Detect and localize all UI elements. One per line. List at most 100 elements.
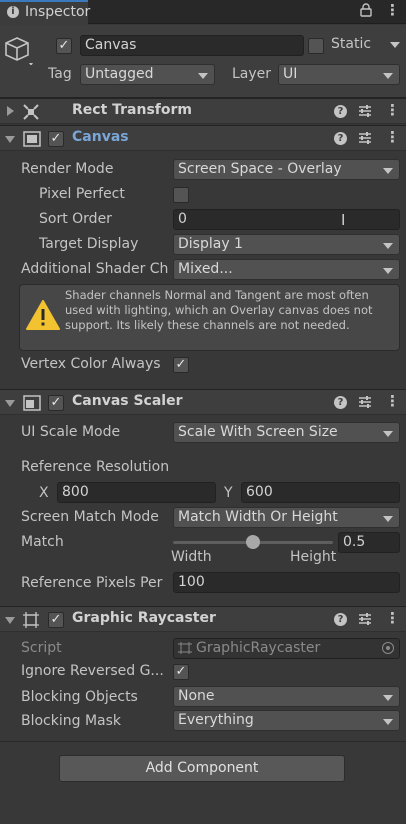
chevron-down-icon [383, 431, 393, 437]
match-width-label: Width [171, 549, 212, 565]
blocking-mask-label: Blocking Mask [21, 713, 122, 729]
target-display-label: Target Display [39, 236, 139, 252]
canvas-scaler-icon [23, 395, 41, 415]
rect-transform-icon [23, 104, 39, 124]
screen-match-mode-label: Screen Match Mode [21, 509, 159, 525]
shader-warning-box: Shader channels Normal and Tangent are m… [19, 284, 400, 351]
ui-scale-mode-label: UI Scale Mode [21, 424, 121, 440]
reference-pixels-label: Reference Pixels Per [21, 575, 163, 591]
blocking-mask-dropdown[interactable]: Everything [173, 710, 400, 731]
vertex-color-checkbox[interactable]: ✓ [173, 357, 189, 373]
blocking-objects-label: Blocking Objects [21, 689, 138, 705]
chevron-down-icon [383, 516, 393, 522]
render-mode-label: Render Mode [21, 161, 114, 177]
chevron-down-icon [383, 719, 393, 725]
vertex-color-label: Vertex Color Always [21, 356, 161, 372]
presets-icon[interactable] [358, 130, 372, 150]
static-checkbox[interactable] [308, 38, 324, 54]
tab-inspector[interactable]: i Inspector [0, 0, 91, 25]
tab-label: Inspector [25, 4, 91, 20]
reference-y-field[interactable]: 600 [241, 482, 400, 503]
presets-icon[interactable] [358, 394, 372, 414]
screen-match-mode-value: Match Width Or Height [178, 509, 338, 525]
reference-resolution-label: Reference Resolution [21, 459, 170, 475]
lock-icon[interactable] [360, 3, 372, 21]
blocking-mask-value: Everything [178, 712, 254, 728]
graphic-raycaster-enabled-checkbox[interactable]: ✓ [48, 612, 64, 628]
context-menu-icon[interactable]: ⋮ [385, 609, 400, 627]
tab-bar: i Inspector ⋮ [0, 0, 406, 25]
target-display-dropdown[interactable]: Display 1 [173, 234, 400, 255]
foldout-arrow-icon[interactable] [7, 106, 14, 116]
render-mode-dropdown[interactable]: Screen Space - Overlay [173, 159, 400, 180]
match-label: Match [21, 534, 64, 550]
graphic-raycaster-header[interactable]: ✓ Graphic Raycaster ? ⋮ [0, 606, 406, 632]
canvas-enabled-checkbox[interactable]: ✓ [48, 131, 64, 147]
reference-x-field[interactable]: 800 [57, 482, 216, 503]
warning-icon [26, 300, 60, 334]
script-field: GraphicRaycaster [173, 638, 400, 659]
presets-icon[interactable] [358, 103, 372, 123]
canvas-icon [23, 131, 41, 151]
graphic-raycaster-icon [23, 612, 39, 632]
blocking-objects-value: None [178, 688, 215, 704]
gameobject-cube-icon[interactable] [4, 35, 34, 69]
tag-label: Tag [48, 66, 72, 82]
presets-icon[interactable] [358, 611, 372, 631]
canvas-title: Canvas [72, 129, 129, 145]
context-menu-icon[interactable]: ⋮ [385, 128, 400, 146]
object-picker-icon[interactable] [382, 642, 394, 654]
match-value-field[interactable]: 0.5 [338, 532, 400, 553]
foldout-arrow-icon[interactable] [5, 617, 15, 624]
sort-order-field[interactable]: 0 [173, 209, 400, 230]
tag-value: Untagged [85, 66, 154, 82]
foldout-arrow-icon[interactable] [5, 136, 15, 143]
script-value: GraphicRaycaster [196, 640, 321, 656]
tab-menu-icon[interactable]: ⋮ [385, 1, 400, 19]
pixel-perfect-label: Pixel Perfect [39, 186, 125, 202]
ui-scale-mode-value: Scale With Screen Size [178, 424, 338, 440]
static-label: Static [331, 36, 372, 52]
match-slider-thumb[interactable] [246, 535, 260, 549]
name-field[interactable]: Canvas [80, 35, 304, 56]
match-height-label: Height [290, 549, 337, 565]
warning-text: Shader channels Normal and Tangent are m… [65, 288, 373, 332]
foldout-arrow-icon[interactable] [5, 400, 15, 407]
shader-channels-value: Mixed... [178, 261, 233, 277]
info-icon: i [7, 6, 19, 18]
sort-order-label: Sort Order [39, 211, 112, 227]
script-label: Script [21, 640, 62, 656]
canvas-scaler-header[interactable]: ✓ Canvas Scaler ? ⋮ [0, 389, 406, 415]
y-label: Y [224, 485, 233, 501]
layer-dropdown[interactable]: UI [278, 64, 400, 85]
gameobject-header: ✓ Canvas Static Tag Untagged Layer UI [0, 25, 406, 98]
ui-scale-mode-dropdown[interactable]: Scale With Screen Size [173, 422, 400, 443]
context-menu-icon[interactable]: ⋮ [385, 101, 400, 119]
canvas-scaler-title: Canvas Scaler [72, 393, 183, 409]
ignore-reversed-checkbox[interactable]: ✓ [173, 664, 189, 680]
screen-match-mode-dropdown[interactable]: Match Width Or Height [173, 507, 400, 528]
blocking-objects-dropdown[interactable]: None [173, 686, 400, 707]
help-icon[interactable]: ? [334, 105, 347, 118]
rect-transform-header[interactable]: Rect Transform ? ⋮ [0, 98, 406, 124]
shader-channels-dropdown[interactable]: Mixed... [173, 259, 400, 280]
tag-dropdown[interactable]: Untagged [80, 64, 215, 85]
text-cursor-icon: I [341, 211, 346, 229]
help-icon[interactable]: ? [334, 132, 347, 145]
active-checkbox[interactable]: ✓ [56, 38, 72, 54]
static-dropdown-icon[interactable] [390, 42, 400, 48]
canvas-scaler-enabled-checkbox[interactable]: ✓ [48, 395, 64, 411]
help-icon[interactable]: ? [334, 613, 347, 626]
canvas-component-header[interactable]: ✓ Canvas ? ⋮ [0, 125, 406, 151]
pixel-perfect-checkbox[interactable] [173, 187, 189, 203]
context-menu-icon[interactable]: ⋮ [385, 392, 400, 410]
rect-transform-title: Rect Transform [72, 102, 193, 118]
chevron-down-icon [198, 73, 208, 79]
reference-pixels-field[interactable]: 100 [173, 572, 400, 593]
add-component-button[interactable]: Add Component [59, 755, 345, 782]
x-label: X [39, 485, 49, 501]
help-icon[interactable]: ? [334, 396, 347, 409]
target-display-value: Display 1 [178, 236, 243, 252]
layer-label: Layer [232, 66, 272, 82]
chevron-down-icon [383, 168, 393, 174]
